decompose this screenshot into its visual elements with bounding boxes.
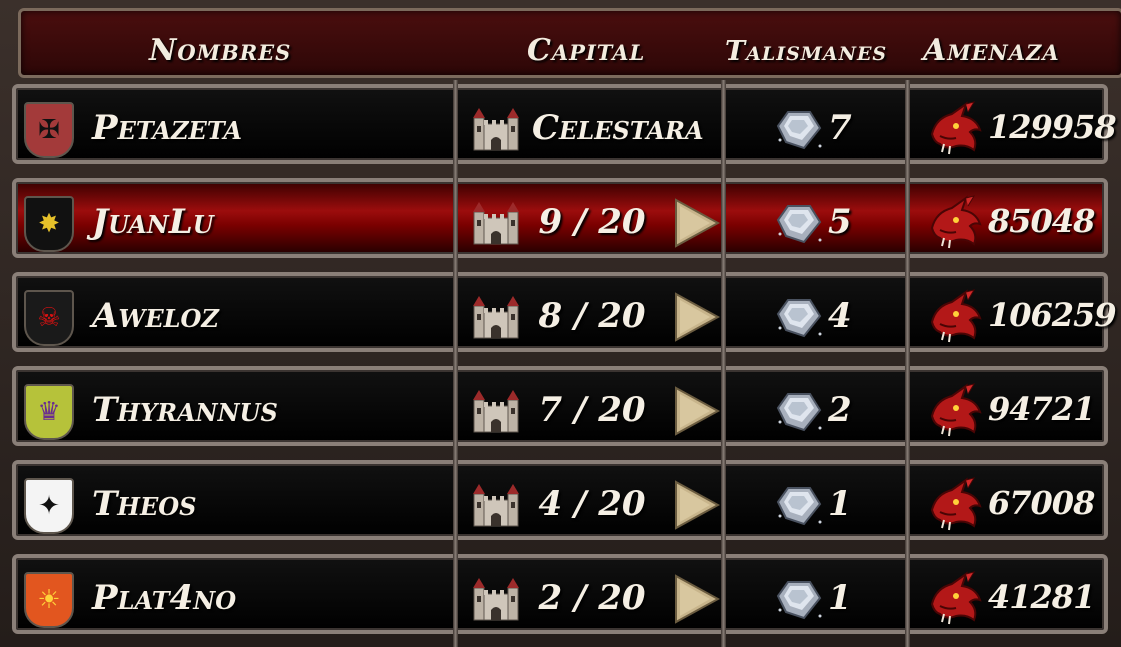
threat-value: 94721 — [988, 390, 1095, 428]
dragon-icon — [926, 382, 984, 438]
talisman-count: 5 — [828, 202, 852, 242]
threat-value: 85048 — [988, 202, 1095, 240]
talisman-count: 2 — [828, 390, 852, 430]
table-row[interactable]: ☠ Aweloz 8 / 20 4 106259 — [12, 272, 1117, 352]
talisman-count: 4 — [828, 296, 852, 336]
expand-arrow-icon[interactable] — [672, 198, 721, 248]
talisman-gem-icon — [774, 388, 824, 434]
dragon-icon — [926, 288, 984, 344]
header-capital: Capital — [527, 33, 646, 68]
player-name[interactable]: Petazeta — [92, 108, 242, 148]
threat-value: 41281 — [988, 578, 1095, 616]
table-row[interactable]: ♛ Thyrannus 7 / 20 2 94721 — [12, 366, 1108, 446]
expand-arrow-icon[interactable] — [672, 480, 721, 530]
castle-icon — [470, 104, 522, 152]
threat-value: 106259 — [988, 296, 1117, 334]
header-nombres: Nombres — [149, 33, 292, 68]
header-amenaza: Amenaza — [923, 33, 1060, 68]
column-divider — [721, 80, 726, 647]
table-row[interactable]: ☀ Plat4no 2 / 20 1 41281 — [12, 554, 1108, 634]
threat-value: 67008 — [988, 484, 1095, 522]
dragon-icon — [926, 194, 984, 250]
capital-value: 8 / 20 — [538, 296, 646, 336]
talisman-gem-icon — [774, 106, 824, 152]
table-row[interactable]: ✸ JuanLu 9 / 20 5 85048 — [12, 178, 1108, 258]
gold-emblem-icon: ✸ — [24, 196, 74, 252]
table-row[interactable]: ✠ Petazeta Celestara 7 129958 — [12, 84, 1117, 164]
talisman-gem-icon — [774, 200, 824, 246]
black-phoenix-icon: ✦ — [24, 478, 74, 534]
expand-arrow-icon[interactable] — [672, 292, 721, 342]
sun-icon: ☀ — [24, 572, 74, 628]
red-dragon-skull-icon: ☠ — [24, 290, 74, 346]
purple-crown-icon: ♛ — [24, 384, 74, 440]
dragon-icon — [926, 570, 984, 626]
black-eagle-icon: ✠ — [24, 102, 74, 158]
talisman-gem-icon — [774, 576, 824, 622]
table-header: Nombres Capital Talismanes Amenaza — [18, 8, 1121, 78]
castle-icon — [470, 480, 522, 528]
column-divider — [453, 80, 458, 647]
header-talismanes: Talismanes — [725, 36, 888, 67]
capital-value: 4 / 20 — [538, 484, 646, 524]
player-name[interactable]: Aweloz — [92, 296, 219, 336]
table-row[interactable]: ✦ Theos 4 / 20 1 67008 — [12, 460, 1108, 540]
player-name[interactable]: JuanLu — [92, 202, 214, 242]
talisman-count: 1 — [828, 484, 852, 524]
player-name[interactable]: Theos — [92, 484, 197, 524]
expand-arrow-icon[interactable] — [672, 386, 721, 436]
player-name[interactable]: Plat4no — [92, 578, 236, 618]
dragon-icon — [926, 476, 984, 532]
capital-value: Celestara — [532, 108, 704, 148]
player-name[interactable]: Thyrannus — [92, 390, 278, 430]
talisman-gem-icon — [774, 482, 824, 528]
talisman-gem-icon — [774, 294, 824, 340]
castle-icon — [470, 574, 522, 622]
capital-value: 2 / 20 — [538, 578, 646, 618]
dragon-icon — [926, 100, 984, 156]
castle-icon — [470, 292, 522, 340]
threat-value: 129958 — [988, 108, 1117, 146]
column-divider — [905, 80, 910, 647]
capital-value: 9 / 20 — [538, 202, 646, 242]
talisman-count: 7 — [828, 108, 852, 148]
expand-arrow-icon[interactable] — [672, 574, 721, 624]
castle-icon — [470, 198, 522, 246]
castle-icon — [470, 386, 522, 434]
capital-value: 7 / 20 — [538, 390, 646, 430]
talisman-count: 1 — [828, 578, 852, 618]
